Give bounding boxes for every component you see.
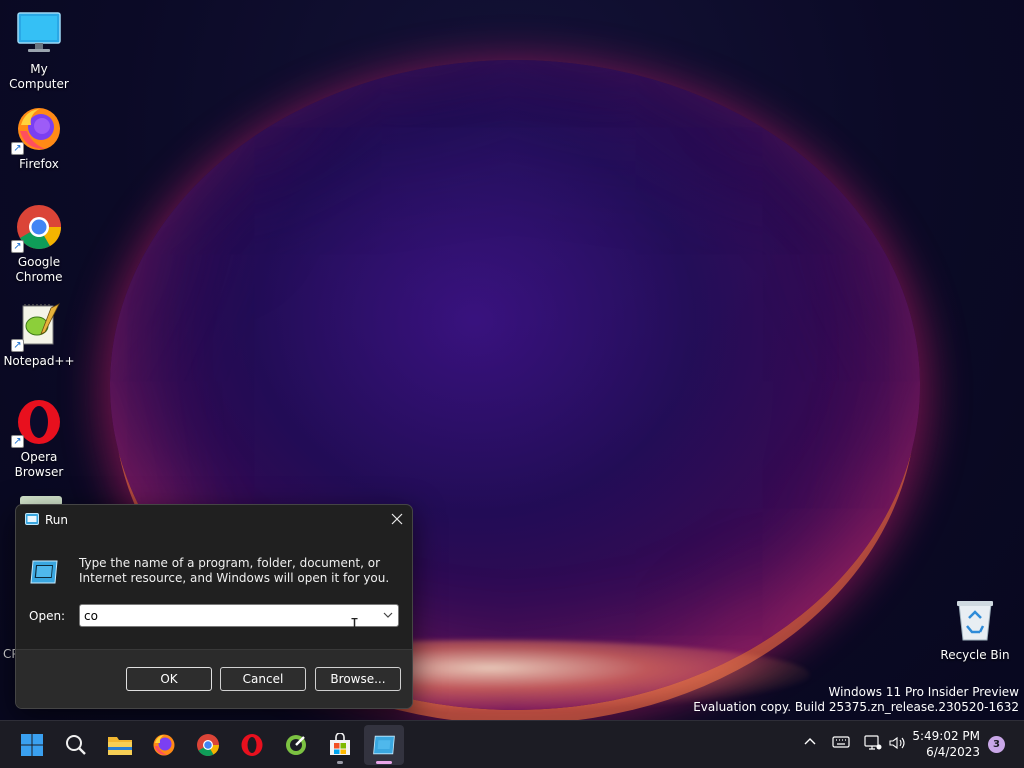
desktop-icon-label-line2: Browser: [14, 465, 64, 479]
run-titlebar[interactable]: Run: [16, 505, 412, 535]
active-indicator: [376, 761, 392, 764]
desktop-icon-firefox[interactable]: ↗ Firefox: [0, 105, 78, 172]
desktop-icon-my-computer[interactable]: My Computer: [0, 10, 78, 92]
close-button[interactable]: [382, 505, 412, 533]
desktop-icon-label: My Computer: [9, 62, 69, 91]
watermark-line2: Evaluation copy. Build 25375.zn_release.…: [693, 700, 1019, 714]
cpu-z-icon: [286, 735, 306, 755]
taskbar-microsoft-store-button[interactable]: [320, 725, 360, 765]
chrome-icon: [197, 734, 219, 756]
file-explorer-button[interactable]: [100, 725, 140, 765]
taskbar-firefox-button[interactable]: [144, 725, 184, 765]
opera-icon: [241, 734, 263, 756]
monitor-icon: [15, 10, 63, 58]
desktop-icon-label: Notepad++: [3, 354, 75, 368]
desktop-icon-label: Firefox: [19, 157, 59, 171]
taskbar-cpu-z-button[interactable]: [276, 725, 316, 765]
firefox-icon: [153, 734, 175, 756]
recycle-bin-icon: [951, 596, 999, 644]
clock-time: 5:49:02 PM: [912, 729, 980, 743]
open-input[interactable]: [84, 607, 374, 625]
clock[interactable]: 5:49:02 PM 6/4/2023: [912, 728, 980, 760]
notification-badge[interactable]: 3: [988, 736, 1005, 753]
desktop-icon-label-line1: Google: [17, 255, 61, 269]
run-title: Run: [45, 513, 69, 527]
keyboard-icon[interactable]: [832, 735, 850, 754]
watermark-line1: Windows 11 Pro Insider Preview: [828, 685, 1019, 699]
running-indicator: [337, 761, 343, 764]
ok-button[interactable]: OK: [126, 667, 212, 691]
chrome-icon: ↗: [11, 203, 63, 253]
start-icon: [21, 734, 43, 756]
taskbar-chrome-button[interactable]: [188, 725, 228, 765]
firefox-icon: ↗: [11, 105, 63, 155]
run-description: Type the name of a program, folder, docu…: [79, 556, 390, 585]
desktop-icon-recycle-bin[interactable]: Recycle Bin: [936, 596, 1014, 663]
chevron-up-icon[interactable]: [803, 735, 817, 754]
microsoft-store-icon: [330, 733, 350, 755]
search-button[interactable]: [56, 725, 96, 765]
network-icon[interactable]: [864, 735, 882, 756]
run-footer: OK Cancel Browse...: [16, 649, 412, 708]
notepad-plus-plus-icon: ↗: [11, 302, 63, 352]
volume-icon[interactable]: [888, 735, 906, 756]
file-explorer-icon: [108, 737, 132, 755]
open-label: Open:: [29, 609, 66, 623]
start-button[interactable]: [12, 725, 52, 765]
cancel-button[interactable]: Cancel: [220, 667, 306, 691]
desktop-icon-label-line2: Chrome: [15, 270, 63, 284]
shortcut-arrow-icon: ↗: [11, 142, 24, 155]
shortcut-arrow-icon: ↗: [11, 339, 24, 352]
shortcut-arrow-icon: ↗: [11, 240, 24, 253]
search-icon: [66, 735, 86, 755]
run-large-icon: [29, 560, 59, 587]
shortcut-arrow-icon: ↗: [11, 435, 24, 448]
run-icon: [25, 513, 39, 528]
clock-date: 6/4/2023: [926, 745, 980, 759]
opera-icon: ↗: [11, 398, 63, 448]
close-icon: [391, 513, 403, 525]
desktop-icon-google-chrome[interactable]: ↗ Google Chrome: [0, 203, 78, 285]
desktop-icon-label: Recycle Bin: [940, 648, 1010, 662]
desktop-icon-label-line1: Opera: [20, 450, 58, 464]
desktop-icon-opera-browser[interactable]: ↗ Opera Browser: [0, 398, 78, 480]
chevron-down-icon[interactable]: [382, 609, 394, 624]
desktop-icon-notepad-plus-plus[interactable]: ↗ Notepad++: [0, 302, 78, 369]
taskbar-opera-button[interactable]: [232, 725, 272, 765]
evaluation-watermark: Windows 11 Pro Insider Preview Evaluatio…: [693, 685, 1019, 715]
browse-button[interactable]: Browse...: [315, 667, 401, 691]
text-cursor-icon: I: [350, 615, 360, 633]
taskbar: 5:49:02 PM 6/4/2023 3: [0, 720, 1024, 768]
run-icon: [373, 735, 395, 755]
run-dialog: Run Type the name of a program, folder, …: [15, 504, 413, 709]
taskbar-run-button[interactable]: [364, 725, 404, 765]
